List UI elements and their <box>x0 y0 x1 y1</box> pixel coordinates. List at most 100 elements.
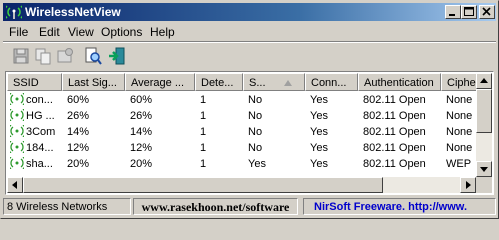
wireless-signal-icon <box>10 157 24 169</box>
last-signal-cell: 14% <box>67 126 90 138</box>
authentication-cell: 802.11 Open <box>363 126 426 138</box>
wireless-signal-icon <box>10 93 24 105</box>
authentication-cell: 802.11 Open <box>363 142 426 154</box>
table-row[interactable]: 3Com 14% 14% 1 No Yes 802.11 Open None <box>7 124 477 140</box>
window-title: WirelessNetView <box>25 5 121 19</box>
sort-ascending-icon <box>284 80 292 86</box>
status-bar: 8 Wireless Networks www.rasekhoon.net/so… <box>3 197 496 216</box>
detections-cell: 1 <box>200 94 207 106</box>
wireless-signal-icon <box>10 125 24 137</box>
close-button[interactable] <box>479 5 495 19</box>
toolbar <box>3 43 496 69</box>
menu-bar: File Edit View Options Help <box>3 23 496 41</box>
cipher-cell: None <box>446 142 473 154</box>
column-header-average[interactable]: Average ... <box>125 73 195 91</box>
wireless-app-icon <box>6 5 22 19</box>
average-cell: 26% <box>130 110 153 122</box>
security-cell: No <box>248 126 263 138</box>
ssid-cell: sha... <box>26 158 53 170</box>
scroll-left-button[interactable] <box>7 177 23 193</box>
connectable-cell: Yes <box>310 158 328 170</box>
menu-help[interactable]: Help <box>150 25 175 39</box>
save-icon <box>13 48 29 64</box>
detections-cell: 1 <box>200 126 207 138</box>
app-window: WirelessNetView File Edit View Options H… <box>0 0 499 219</box>
vertical-scrollbar[interactable] <box>476 73 492 177</box>
security-cell: Yes <box>248 158 266 170</box>
menu-edit[interactable]: Edit <box>39 25 60 39</box>
minimize-button[interactable] <box>445 5 461 19</box>
arrow-left-icon <box>12 181 17 189</box>
status-watermark-url: www.rasekhoon.net/software <box>133 198 298 215</box>
menu-file[interactable]: File <box>9 25 28 39</box>
security-cell: No <box>248 142 263 154</box>
connectable-cell: Yes <box>310 126 328 138</box>
wireless-signal-icon <box>10 109 24 121</box>
column-header-ssid[interactable]: SSID <box>7 73 62 91</box>
status-nirsoft-link[interactable]: NirSoft Freeware. http://www. <box>303 198 496 215</box>
column-header-authentication[interactable]: Authentication <box>358 73 441 91</box>
connectable-cell: Yes <box>310 110 328 122</box>
properties-icon <box>57 48 73 63</box>
status-network-count: 8 Wireless Networks <box>3 198 131 215</box>
menu-view[interactable]: View <box>68 25 94 39</box>
last-signal-cell: 26% <box>67 110 90 122</box>
ssid-cell: 3Com <box>26 126 56 138</box>
average-cell: 12% <box>130 142 153 154</box>
title-bar[interactable]: WirelessNetView <box>3 3 496 21</box>
scroll-down-button[interactable] <box>476 161 492 177</box>
connectable-cell: Yes <box>310 94 328 106</box>
scrollbar-corner <box>476 177 492 193</box>
cipher-cell: None <box>446 126 473 138</box>
last-signal-cell: 20% <box>67 158 90 170</box>
table-row[interactable]: con... 60% 60% 1 No Yes 802.11 Open None <box>7 92 477 108</box>
arrow-right-icon <box>466 181 471 189</box>
average-cell: 60% <box>130 94 153 106</box>
table-row[interactable]: 184... 12% 12% 1 No Yes 802.11 Open None <box>7 140 477 156</box>
minimize-icon <box>449 14 455 16</box>
exit-button[interactable] <box>107 46 127 66</box>
last-signal-cell: 60% <box>67 94 90 106</box>
column-header-security[interactable]: S... <box>243 73 305 91</box>
cipher-cell: None <box>446 94 473 106</box>
scroll-right-button[interactable] <box>460 177 476 193</box>
connectable-cell: Yes <box>310 142 328 154</box>
copy-icon <box>35 48 51 65</box>
detections-cell: 1 <box>200 142 207 154</box>
horizontal-scrollbar[interactable] <box>7 177 476 193</box>
detections-cell: 1 <box>200 110 207 122</box>
authentication-cell: 802.11 Open <box>363 94 426 106</box>
scroll-up-button[interactable] <box>476 73 492 89</box>
close-icon <box>482 7 491 16</box>
copy-button[interactable] <box>33 46 53 66</box>
vertical-scroll-thumb[interactable] <box>476 89 492 133</box>
authentication-cell: 802.11 Open <box>363 110 426 122</box>
find-icon <box>85 47 102 65</box>
ssid-cell: 184... <box>26 142 54 154</box>
authentication-cell: 802.11 Open <box>363 158 426 170</box>
table-row[interactable]: HG ... 26% 26% 1 No Yes 802.11 Open None <box>7 108 477 124</box>
networks-table[interactable]: SSID Last Sig... Average ... Dete... S..… <box>5 71 494 195</box>
menu-options[interactable]: Options <box>101 25 142 39</box>
ssid-cell: con... <box>26 94 53 106</box>
properties-button[interactable] <box>55 46 75 66</box>
exit-icon <box>109 47 125 65</box>
column-header-connectable[interactable]: Conn... <box>305 73 358 91</box>
table-row[interactable]: sha... 20% 20% 1 Yes Yes 802.11 Open WEP <box>7 156 477 172</box>
cipher-cell: WEP <box>446 158 472 170</box>
find-button[interactable] <box>83 46 103 66</box>
arrow-down-icon <box>480 167 488 172</box>
save-button[interactable] <box>11 46 31 66</box>
arrow-up-icon <box>480 78 488 83</box>
maximize-icon <box>464 7 474 16</box>
table-header: SSID Last Sig... Average ... Dete... S..… <box>7 73 487 91</box>
ssid-cell: HG ... <box>26 110 55 122</box>
column-header-detections[interactable]: Dete... <box>195 73 243 91</box>
average-cell: 14% <box>130 126 153 138</box>
security-cell: No <box>248 110 263 122</box>
column-header-last-signal[interactable]: Last Sig... <box>62 73 125 91</box>
average-cell: 20% <box>130 158 153 170</box>
horizontal-scroll-thumb[interactable] <box>23 177 383 193</box>
cipher-cell: None <box>446 110 473 122</box>
maximize-button[interactable] <box>461 5 477 19</box>
